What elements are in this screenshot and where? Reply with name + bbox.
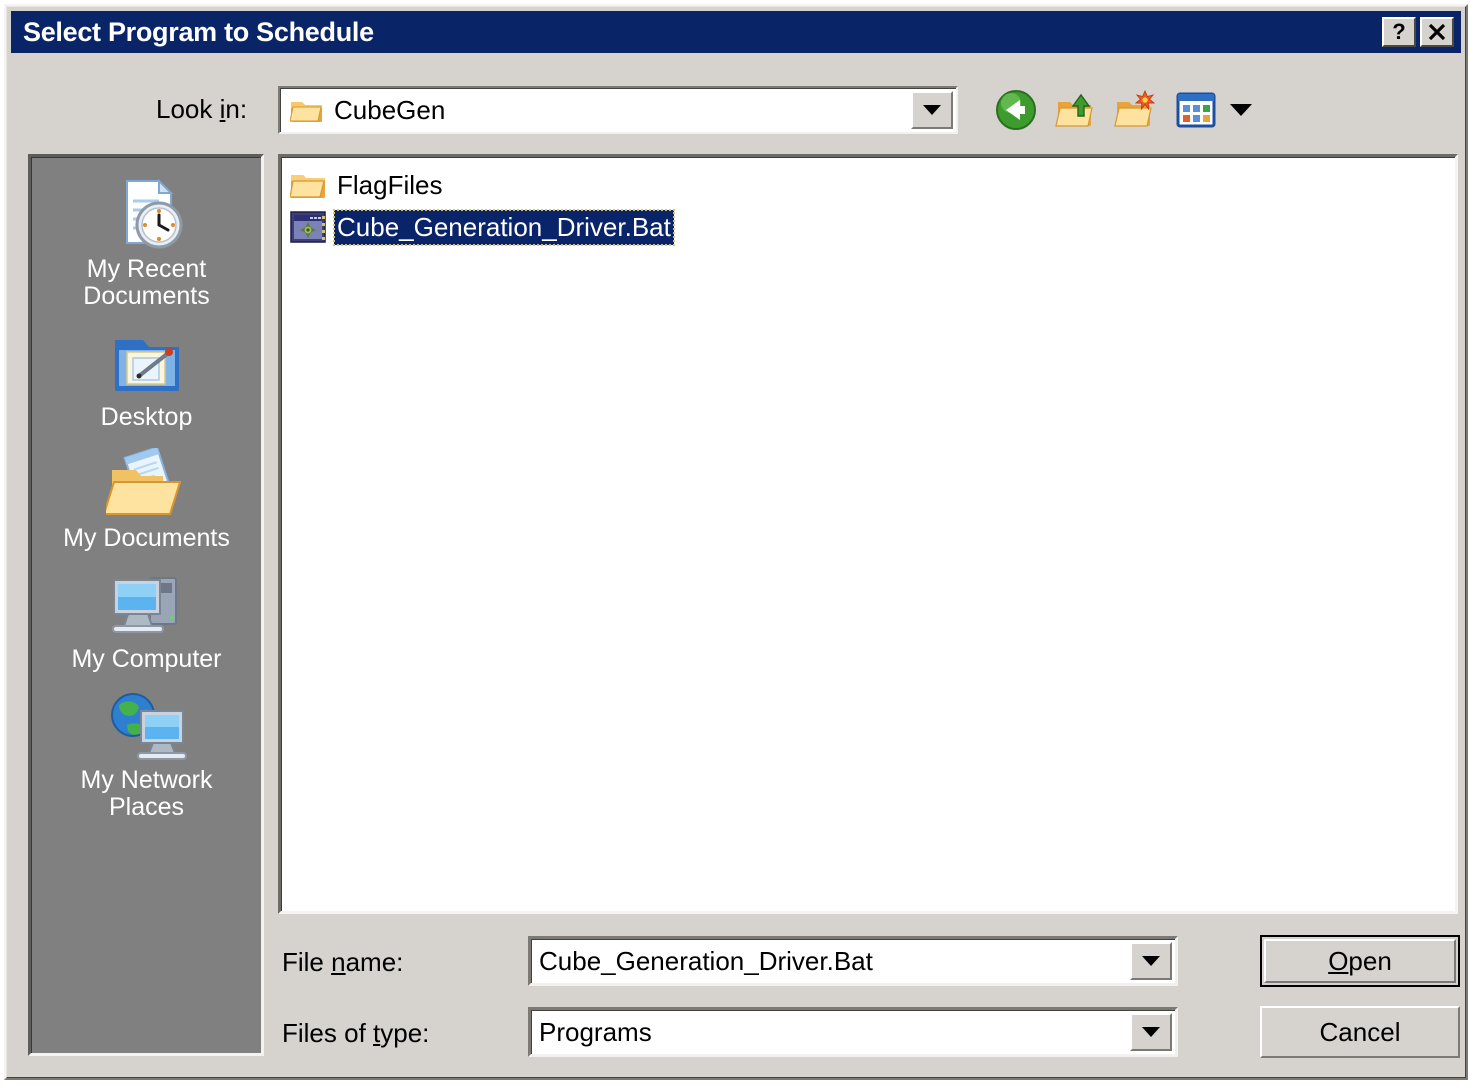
place-item-my-documents[interactable]: My Documents	[42, 441, 252, 558]
batch-file-icon	[288, 210, 328, 244]
help-button[interactable]: ?	[1382, 17, 1416, 47]
close-icon	[1428, 23, 1446, 41]
my-documents-icon	[105, 445, 188, 523]
file-name-input[interactable]: Cube_Generation_Driver.Bat	[528, 936, 1178, 986]
folder-icon	[290, 102, 322, 122]
views-icon	[1176, 92, 1216, 128]
file-list-inner: FlagFiles Cube_Generation_Driver.Bat	[281, 157, 1455, 911]
dialog-title: Select Program to Schedule	[23, 16, 374, 47]
place-label: My Documents	[63, 524, 230, 552]
file-name-accel: n	[331, 947, 346, 977]
list-item[interactable]: FlagFiles	[286, 164, 1451, 206]
open-button-accel: O	[1328, 945, 1349, 976]
files-of-type-select[interactable]: Programs	[528, 1007, 1178, 1057]
cancel-button-label: Cancel	[1319, 1016, 1401, 1047]
new-folder-icon	[1114, 89, 1156, 127]
close-button[interactable]	[1420, 17, 1454, 47]
back-button[interactable]	[994, 88, 1038, 132]
place-item-desktop[interactable]: Desktop	[42, 320, 252, 437]
place-label: My Network Places	[80, 766, 213, 821]
lookin-combobox[interactable]: CubeGen	[278, 86, 958, 134]
my-computer-icon	[106, 566, 188, 644]
lookin-label: Look in:	[156, 94, 248, 124]
titlebar-buttons: ?	[1382, 17, 1461, 47]
desktop-icon	[109, 324, 185, 402]
file-name-label: File name:	[282, 947, 404, 977]
file-name-dropdown-button[interactable]	[1130, 942, 1172, 980]
place-label: My Computer	[71, 645, 222, 673]
file-dialog: Select Program to Schedule ? Look in: Cu…	[4, 4, 1468, 1080]
list-item-label: FlagFiles	[337, 169, 443, 200]
place-item-my-recent-documents[interactable]: My Recent Documents	[42, 172, 252, 316]
lookin-value: CubeGen	[334, 94, 446, 125]
question-mark-icon: ?	[1392, 19, 1406, 44]
place-item-my-computer[interactable]: My Computer	[42, 562, 252, 679]
open-button-face: Open	[1264, 939, 1456, 983]
toolbar	[994, 86, 1252, 134]
chevron-down-icon	[923, 105, 941, 115]
file-name-value: Cube_Generation_Driver.Bat	[539, 945, 873, 976]
open-button[interactable]: Open	[1260, 935, 1460, 987]
folder-icon	[288, 168, 328, 202]
cancel-button[interactable]: Cancel	[1260, 1006, 1460, 1058]
places-bar-inner: My Recent Documents Desktop My Documents…	[31, 157, 261, 1053]
up-folder-icon	[1055, 93, 1093, 127]
file-list[interactable]: FlagFiles Cube_Generation_Driver.Bat	[278, 154, 1458, 914]
place-label: My Recent Documents	[83, 255, 210, 310]
up-one-level-button[interactable]	[1054, 88, 1098, 132]
files-of-type-dropdown-button[interactable]	[1130, 1013, 1172, 1051]
chevron-down-icon	[1142, 956, 1160, 966]
place-item-my-network-places[interactable]: My Network Places	[42, 683, 252, 827]
titlebar[interactable]: Select Program to Schedule ?	[11, 11, 1461, 53]
recent-documents-icon	[107, 176, 187, 254]
place-label: Desktop	[100, 403, 193, 431]
new-folder-button[interactable]	[1114, 88, 1158, 132]
files-of-type-label: Files of type:	[282, 1018, 430, 1048]
my-network-places-icon	[105, 687, 189, 765]
back-arrow-icon	[996, 90, 1036, 130]
views-button[interactable]	[1174, 88, 1218, 132]
lookin-dropdown-button[interactable]	[911, 91, 953, 129]
list-item-label: Cube_Generation_Driver.Bat	[333, 208, 675, 246]
list-item[interactable]: Cube_Generation_Driver.Bat	[286, 206, 1451, 248]
files-of-type-value: Programs	[539, 1016, 652, 1047]
places-bar: My Recent Documents Desktop My Documents…	[28, 154, 264, 1056]
views-chevron-down-icon[interactable]	[1230, 104, 1252, 116]
chevron-down-icon	[1142, 1027, 1160, 1037]
